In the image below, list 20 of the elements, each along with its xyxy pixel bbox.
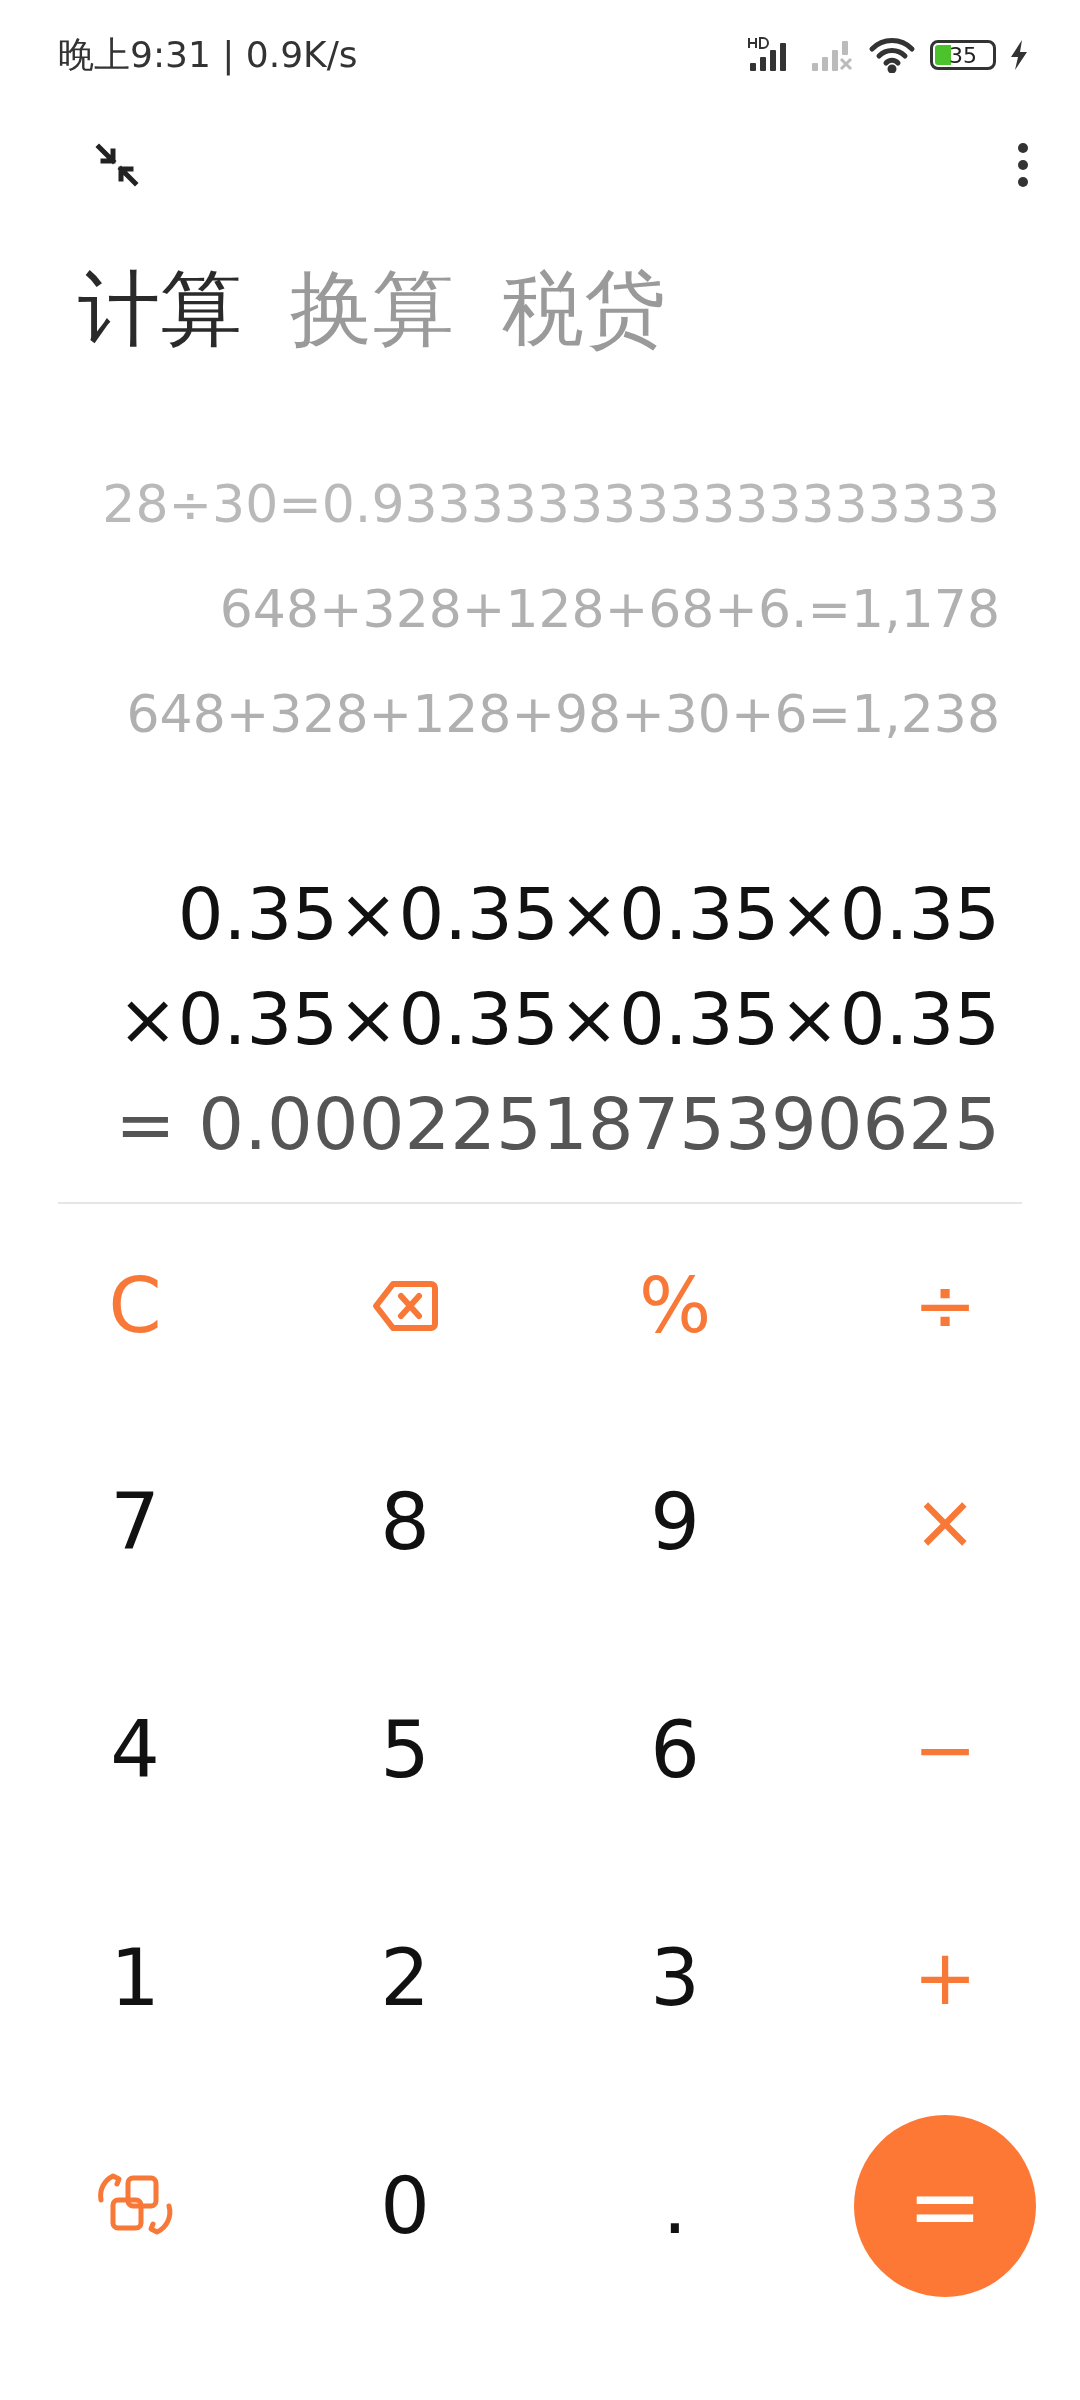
collapse-icon[interactable] [95, 143, 139, 187]
result-text: = 0.0002251875390625 [114, 1081, 1000, 1168]
digit-key[interactable]: 2 [370, 1939, 440, 2017]
digit-key[interactable]: . [652, 2167, 698, 2245]
digit-key[interactable]: 8 [370, 1483, 440, 1561]
more-icon[interactable] [1016, 142, 1030, 188]
digit-key[interactable]: 7 [100, 1483, 170, 1561]
digit-key[interactable]: 0 [370, 2167, 440, 2245]
digit-key[interactable]: 9 [640, 1483, 710, 1561]
status-time: 晚上9:31 | 0.9K/s [58, 32, 358, 78]
digit-key[interactable]: 3 [640, 1939, 710, 2017]
expression-line: ×0.35×0.35×0.35×0.35 [116, 976, 1000, 1063]
digit-key[interactable]: 4 [100, 1711, 170, 1789]
charging-icon [1010, 40, 1028, 70]
digit-key[interactable]: 1 [100, 1939, 170, 2017]
wifi-icon [868, 37, 916, 73]
expression-line: 0.35×0.35×0.35×0.35 [176, 871, 1000, 958]
digit-key[interactable]: 6 [640, 1711, 710, 1789]
mode-tab[interactable]: 计算 [78, 255, 242, 365]
digit-key[interactable]: 5 [370, 1711, 440, 1789]
